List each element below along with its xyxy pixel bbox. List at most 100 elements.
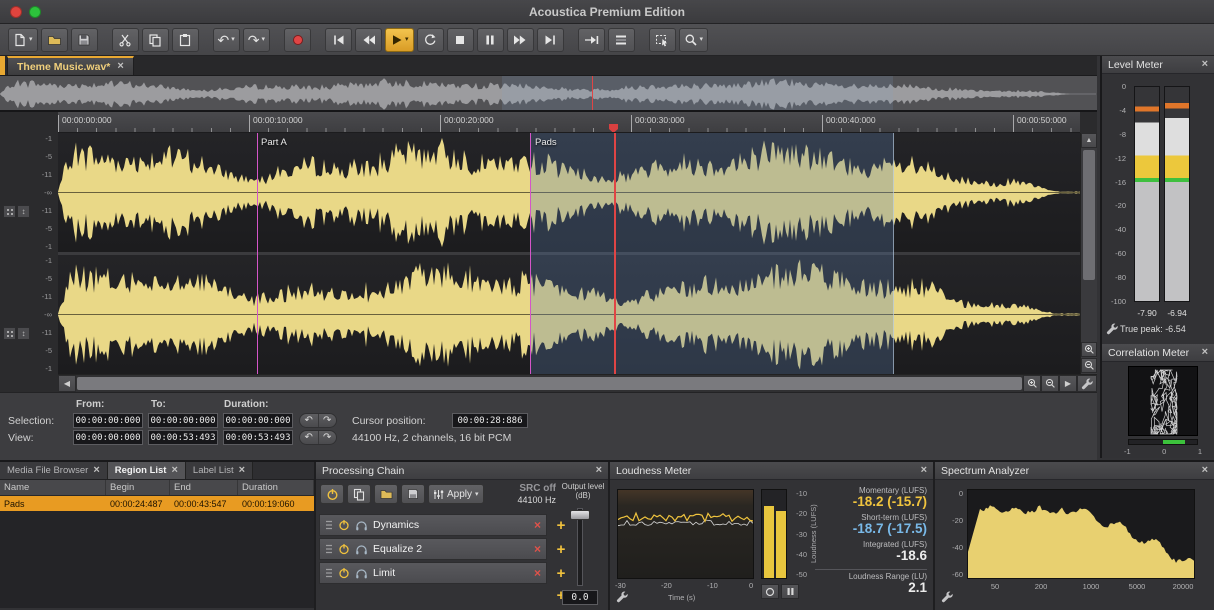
time-ruler[interactable]: 00:00:00:000 00:00:10:000 00:00:20:000 0… — [58, 112, 1080, 133]
fast-forward-button[interactable] — [507, 28, 534, 52]
selection-to-field[interactable]: 00:00:00:000 — [148, 413, 218, 428]
scroll-left-button[interactable]: ◀ — [58, 375, 76, 392]
close-window-button[interactable] — [10, 6, 22, 18]
undo-button[interactable]: ↶▾ — [213, 28, 240, 52]
channel1-options-button[interactable] — [3, 205, 16, 218]
close-panel-icon[interactable]: × — [596, 465, 602, 476]
go-to-end-button[interactable] — [537, 28, 564, 52]
vertical-scroll-thumb[interactable] — [1083, 150, 1095, 280]
view-duration-field[interactable]: 00:00:53:493 — [223, 430, 293, 445]
tab-theme-music[interactable]: Theme Music.wav* × — [7, 56, 134, 75]
selection-from-field[interactable]: 00:00:00:000 — [73, 413, 143, 428]
overview-waveform[interactable] — [0, 76, 1097, 112]
tab-label-list[interactable]: Label List× — [186, 462, 253, 479]
selected-region[interactable] — [530, 133, 894, 374]
headphones-icon[interactable] — [355, 543, 368, 555]
zoom-tool-button[interactable]: ▾ — [679, 28, 709, 52]
play-button[interactable]: ▾ — [385, 28, 414, 52]
close-tab-icon[interactable]: × — [171, 465, 177, 476]
selection-duration-field[interactable]: 00:00:00:000 — [223, 413, 293, 428]
chain-item-equalize[interactable]: Equalize 2 × — [319, 538, 547, 560]
chain-bypass-button[interactable] — [320, 484, 344, 504]
selection-undo-button[interactable]: ↶ — [300, 414, 319, 427]
view-to-field[interactable]: 00:00:53:493 — [148, 430, 218, 445]
remove-effect-icon[interactable]: × — [534, 567, 541, 579]
close-tab-icon[interactable]: × — [93, 465, 99, 476]
remove-effect-icon[interactable]: × — [534, 543, 541, 555]
level-meter-settings-button[interactable] — [1106, 322, 1118, 340]
tab-region-list[interactable]: Region List× — [108, 462, 186, 479]
chain-save-button[interactable] — [401, 484, 425, 504]
zoom-window-button[interactable] — [29, 6, 41, 18]
channel2-options-button[interactable] — [3, 327, 16, 340]
chain-open-button[interactable] — [374, 484, 398, 504]
stop-button[interactable] — [447, 28, 474, 52]
horizontal-scroll-track[interactable] — [76, 375, 1023, 392]
region-table-row[interactable]: Pads 00:00:24:487 00:00:43:547 00:00:19:… — [0, 496, 314, 511]
region-table-header[interactable]: Name Begin End Duration — [0, 480, 314, 496]
loudness-settings-button[interactable] — [616, 590, 628, 608]
scroll-right-button[interactable]: ▶ — [1059, 375, 1077, 392]
selection-tool-button[interactable] — [649, 28, 676, 52]
paste-button[interactable] — [172, 28, 199, 52]
view-redo-button[interactable]: ↷ — [319, 431, 337, 444]
add-effect-button[interactable]: + — [552, 516, 570, 534]
zoom-in-vertical-button[interactable] — [1081, 342, 1097, 357]
spectrum-settings-button[interactable] — [941, 590, 953, 608]
new-file-button[interactable]: ▾ — [8, 28, 38, 52]
scroll-up-button[interactable]: ▲ — [1081, 133, 1097, 148]
slider-thumb[interactable] — [570, 510, 590, 520]
zoom-out-vertical-button[interactable] — [1081, 358, 1097, 373]
zoom-in-horizontal-button[interactable] — [1023, 375, 1041, 392]
vertical-scrollbar[interactable]: ▲ — [1080, 133, 1097, 374]
horizontal-scroll-thumb[interactable] — [77, 377, 1022, 390]
cut-button[interactable] — [112, 28, 139, 52]
add-effect-button[interactable]: + — [552, 540, 570, 558]
chain-apply-button[interactable]: Apply▾ — [428, 484, 484, 504]
rewind-button[interactable] — [355, 28, 382, 52]
editor-settings-button[interactable] — [1077, 375, 1097, 392]
add-effect-button[interactable]: + — [552, 564, 570, 582]
loudness-reset-button[interactable] — [761, 584, 779, 599]
scrub-button[interactable] — [578, 28, 605, 52]
headphones-icon[interactable] — [355, 567, 368, 579]
headphones-icon[interactable] — [355, 519, 368, 531]
close-panel-icon[interactable]: × — [1202, 347, 1208, 358]
close-tab-icon[interactable]: × — [239, 465, 245, 476]
close-panel-icon[interactable]: × — [1202, 465, 1208, 476]
save-button[interactable] — [71, 28, 98, 52]
record-button[interactable] — [284, 28, 311, 52]
copy-button[interactable] — [142, 28, 169, 52]
tab-media-file-browser[interactable]: Media File Browser× — [0, 462, 108, 479]
goniometer-display — [1128, 366, 1198, 436]
power-icon[interactable] — [338, 519, 350, 531]
redo-button[interactable]: ↷▾ — [243, 28, 270, 52]
waveform-lanes[interactable]: Part A Pads — [58, 133, 1080, 374]
power-icon[interactable] — [338, 543, 350, 555]
marker-line-pads[interactable] — [530, 133, 531, 374]
output-level-value[interactable]: 0.0 — [562, 590, 598, 605]
region-table-body[interactable] — [0, 511, 314, 608]
view-from-field[interactable]: 00:00:00:000 — [73, 430, 143, 445]
chain-item-limit[interactable]: Limit × — [319, 562, 547, 584]
close-panel-icon[interactable]: × — [1202, 59, 1208, 70]
view-undo-button[interactable]: ↶ — [300, 431, 319, 444]
selection-redo-button[interactable]: ↷ — [319, 414, 337, 427]
go-to-start-button[interactable] — [325, 28, 352, 52]
pause-button[interactable] — [477, 28, 504, 52]
chain-item-dynamics[interactable]: Dynamics × — [319, 514, 547, 536]
power-icon[interactable] — [338, 567, 350, 579]
loudness-pause-button[interactable] — [781, 584, 799, 599]
loop-playback-button[interactable] — [417, 28, 444, 52]
arrange-view-button[interactable] — [608, 28, 635, 52]
open-file-button[interactable] — [41, 28, 68, 52]
zoom-out-horizontal-button[interactable] — [1041, 375, 1059, 392]
remove-effect-icon[interactable]: × — [534, 519, 541, 531]
horizontal-scrollbar[interactable]: ◀ ▶ — [58, 374, 1097, 392]
cursor-position-field[interactable]: 00:00:28:886 — [452, 413, 528, 428]
chain-copy-button[interactable] — [347, 484, 371, 504]
close-panel-icon[interactable]: × — [921, 465, 927, 476]
output-level-slider[interactable] — [570, 508, 590, 586]
close-tab-icon[interactable]: × — [117, 61, 123, 72]
marker-line-part-a[interactable] — [257, 133, 258, 374]
